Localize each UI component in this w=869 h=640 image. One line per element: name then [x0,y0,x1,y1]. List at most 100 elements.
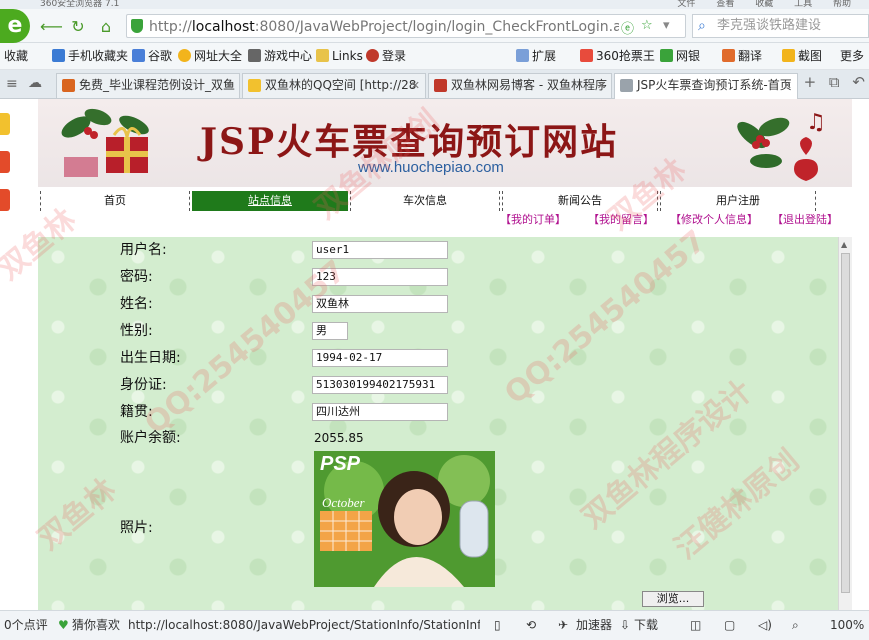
hometown-label: 籍贯: [120,404,153,420]
fav-nav[interactable]: 网址大全 [178,48,242,65]
gender-field[interactable]: 男 [312,322,348,340]
close-icon[interactable]: ✕ [783,74,792,97]
folder-icon [316,49,329,62]
comments-count[interactable]: 0个点评 [4,611,48,640]
edit-profile-link[interactable]: 【修改个人信息】 [670,213,758,226]
phone-status-icon[interactable]: ▯ [494,611,501,640]
translate-icon [722,49,735,62]
fav-login[interactable]: 登录 [366,48,406,65]
name-field[interactable]: 双鱼林 [312,295,448,313]
star-icon[interactable]: ☆ [641,18,653,33]
cloud-icon[interactable]: ☁ [28,75,42,91]
zoom-search-icon[interactable]: ⌕ [792,611,799,640]
sidebar-toggle-icon[interactable]: ≡ [6,76,18,92]
fav-extensions[interactable]: 扩展 [516,48,556,65]
favorites-bar: 收藏 手机收藏夹 谷歌 网址大全 游戏中心 Links 登录 扩展 360抢票王… [0,43,869,70]
fav-screenshot[interactable]: 截图 [782,48,822,65]
tab-4-active[interactable]: JSP火车票查询预订系统-首页 ✕ [614,73,798,99]
site-url: www.huochepiao.com [358,159,504,176]
back-button[interactable]: ⟵ [40,17,63,37]
refresh-button[interactable]: ↻ [68,17,88,37]
username-field[interactable]: user1 [312,241,448,259]
nav-register[interactable]: 用户注册 [660,191,816,211]
photo-label: 照片: [120,520,153,536]
balance-label: 账户余额: [120,430,181,446]
nav-station-info[interactable]: 站点信息 [192,191,348,211]
fav-google[interactable]: 谷歌 [132,48,172,65]
vertical-scrollbar[interactable]: ▲ [838,237,852,610]
download-button[interactable]: 下载 [634,611,658,640]
tab-3[interactable]: 双鱼林网易博客 - 双鱼林程序 ✕ [428,73,612,98]
sidebar-tool-icon[interactable] [0,113,10,135]
svg-text:♫: ♫ [806,110,826,135]
guess-you-like[interactable]: 猜你喜欢 [72,611,120,640]
compat-mode-icon[interactable]: ⓔ [621,18,634,37]
nav-news[interactable]: 新闻公告 [502,191,658,211]
fav-translate[interactable]: 翻译 [722,48,762,65]
dropdown-icon[interactable]: ▾ [663,18,670,33]
search-input[interactable]: ⌕ 李克强谈铁路建设 [692,14,869,38]
logout-link[interactable]: 【退出登陆】 [772,213,838,226]
fav-mobile[interactable]: 手机收藏夹 [52,48,128,65]
nav-home[interactable]: 首页 [40,191,190,211]
fav-collect[interactable]: 收藏 [4,48,28,65]
bank-icon [660,49,673,62]
tab-strip: ≡ ☁ 免费_毕业课程范例设计_双鱼 ✕ 双鱼林的QQ空间 [http://28 ✕… [0,70,869,99]
grid-icon [516,49,529,62]
menu-view[interactable]: 查看 [716,0,734,9]
nav-train-info[interactable]: 车次信息 [350,191,500,211]
fav-more[interactable]: 更多 [840,48,864,65]
phone-icon [52,49,65,62]
my-orders-link[interactable]: 【我的订单】 [500,213,566,226]
history-icon[interactable]: ⟲ [526,611,536,640]
close-icon[interactable]: ✕ [411,74,420,97]
fav-games[interactable]: 游戏中心 [248,48,312,65]
star-icon [248,79,261,92]
menu-help[interactable]: 帮助 [833,0,851,9]
sidebar-tool-icon[interactable] [0,189,10,211]
browser-title: 360安全浏览器 7.1 [40,0,120,9]
close-icon[interactable]: ✕ [225,74,234,97]
fav-ticket[interactable]: 360抢票王 [580,48,655,65]
menu-favorites[interactable]: 收藏 [755,0,773,9]
tile-icon[interactable]: ◫ [690,611,701,640]
password-field[interactable]: 123 [312,268,448,286]
undo-close-icon[interactable]: ↶ [852,73,865,91]
id-card-label: 身份证: [120,377,167,393]
restore-tab-icon[interactable]: ⧉ [829,73,840,91]
menu-file[interactable]: 文件 [677,0,695,9]
fav-bank[interactable]: 网银 [660,48,700,65]
scroll-thumb[interactable] [841,253,850,593]
birthdate-field[interactable]: 1994-02-17 [312,349,448,367]
id-card-field[interactable]: 513030199402175931 [312,376,448,394]
close-icon[interactable]: ✕ [597,74,606,97]
sidebar-tool-icon[interactable] [0,151,10,173]
name-label: 姓名: [120,296,153,312]
page-icon [62,79,75,92]
status-url: http://localhost:8080/JavaWebProject/Sta… [128,618,480,632]
balance-value: 2055.85 [314,431,364,445]
zoom-level[interactable]: 100% [830,611,864,640]
site-nav: 首页 站点信息 车次信息 新闻公告 用户注册 [38,189,852,213]
hometown-field[interactable]: 四川达州 [312,403,448,421]
refresh-icon: ↻ [71,17,85,36]
tab-1[interactable]: 免费_毕业课程范例设计_双鱼 ✕ [56,73,240,98]
gift-holly-icon [61,108,149,177]
fav-links[interactable]: Links [316,48,363,65]
profile-form: 用户名: user1 密码: 123 姓名: 双鱼林 性别: 男 出生日期: 1… [38,237,838,610]
address-bar[interactable]: http://localhost:8080/JavaWebProject/log… [126,14,686,38]
window-icon[interactable]: ▢ [724,611,735,640]
menu-tools[interactable]: 工具 [794,0,812,9]
new-tab-icon[interactable]: + [804,73,817,91]
right-gutter [852,99,869,610]
volume-icon[interactable]: ◁) [758,611,772,640]
heart-icon: ♥ [58,618,69,632]
accelerator-button[interactable]: 加速器 [576,611,612,640]
my-messages-link[interactable]: 【我的留言】 [588,213,654,226]
home-button[interactable]: ⌂ [96,17,116,37]
scroll-up-icon[interactable]: ▲ [841,240,847,249]
status-bar: 0个点评 ♥ 猜你喜欢 http://localhost:8080/JavaWe… [0,610,869,640]
address-url[interactable]: http://localhost:8080/JavaWebProject/log… [149,17,619,37]
tab-2[interactable]: 双鱼林的QQ空间 [http://28 ✕ [242,73,426,98]
browse-button[interactable]: 浏览... [642,591,704,607]
